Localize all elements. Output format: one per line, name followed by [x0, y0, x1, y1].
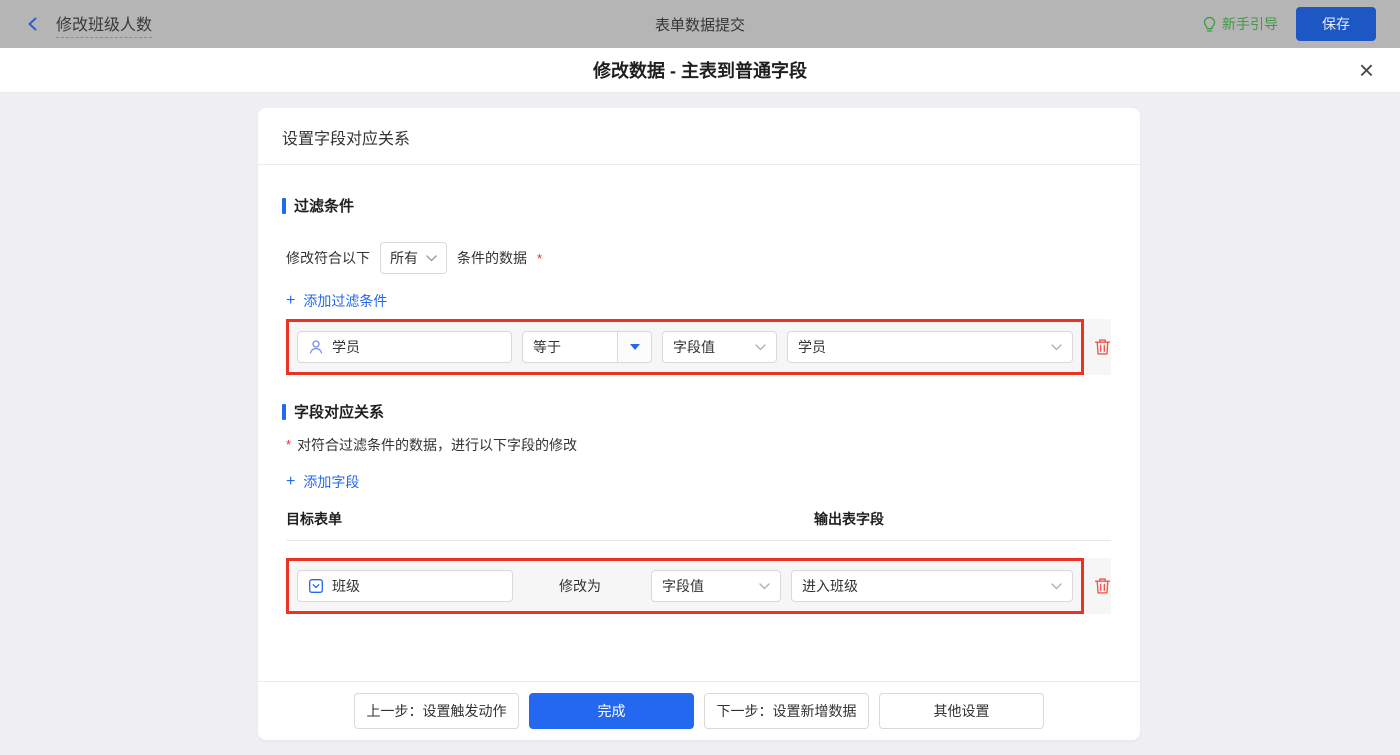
chevron-down-icon: [755, 343, 766, 351]
beginner-guide-label: 新手引导: [1222, 16, 1278, 32]
other-settings-button[interactable]: 其他设置: [879, 693, 1044, 729]
output-field-column-label: 输出表字段: [814, 511, 884, 527]
save-button[interactable]: 保存: [1296, 7, 1376, 41]
chevron-down-icon: [1051, 582, 1062, 590]
section-accent-bar: [282, 403, 286, 420]
mapping-value-type-select[interactable]: 字段值: [651, 570, 781, 602]
chevron-down-icon: [426, 254, 437, 262]
add-filter-condition-link[interactable]: + 添加过滤条件: [286, 291, 387, 311]
required-asterisk: *: [537, 250, 543, 266]
match-prefix-label: 修改符合以下: [286, 250, 370, 266]
modify-to-label: 修改为: [559, 578, 601, 594]
operator-select[interactable]: 等于: [522, 331, 652, 363]
next-step-button[interactable]: 下一步：设置新增数据: [704, 693, 869, 729]
operator-value: 等于: [533, 339, 561, 355]
add-field-link[interactable]: + 添加字段: [286, 472, 359, 492]
match-suffix-label: 条件的数据: [457, 250, 527, 266]
field-mapping-card: 设置字段对应关系 过滤条件 修改符合以下 所有 条件的数据 * + 添加过滤条件…: [258, 108, 1140, 740]
value-type-value: 字段值: [673, 339, 715, 355]
mapping-section-title: 字段对应关系: [282, 401, 1118, 422]
modal-footer: 上一步：设置触发动作 完成 下一步：设置新增数据 其他设置: [258, 681, 1140, 740]
target-field-value: 班级: [332, 578, 360, 594]
mapping-value-type-value: 字段值: [662, 578, 704, 594]
done-button[interactable]: 完成: [529, 693, 694, 729]
card-header-title: 设置字段对应关系: [258, 108, 1140, 165]
dropdown-field-icon: [308, 578, 324, 594]
workflow-node-title: 表单数据提交: [654, 16, 745, 34]
filter-field-value: 学员: [332, 339, 360, 355]
plus-icon: +: [286, 292, 296, 309]
trash-icon: [1094, 338, 1111, 356]
match-condition-row: 修改符合以下 所有 条件的数据 *: [286, 242, 1118, 274]
filter-section-title: 过滤条件: [282, 195, 1118, 216]
modal-header: 修改数据 - 主表到普通字段 ×: [0, 48, 1400, 93]
filter-condition-row: 学员 等于 字段值 学员: [286, 319, 1111, 375]
output-field-value: 进入班级: [802, 578, 858, 594]
filter-value-select[interactable]: 学员: [787, 331, 1073, 363]
member-field-icon: [308, 339, 324, 355]
match-mode-select[interactable]: 所有: [380, 242, 447, 274]
target-form-column-label: 目标表单: [286, 511, 342, 527]
mapping-description: * 对符合过滤条件的数据，进行以下字段的修改: [286, 435, 1118, 455]
filter-value-value: 学员: [798, 339, 826, 355]
filter-field-input[interactable]: 学员: [297, 331, 512, 363]
chevron-down-icon: [759, 582, 770, 590]
match-mode-value: 所有: [390, 250, 418, 266]
mapping-row-highlight-box: 班级 修改为 字段值 进入班级: [286, 558, 1084, 614]
page-title[interactable]: 修改班级人数: [56, 11, 153, 38]
field-mapping-row: 班级 修改为 字段值 进入班级: [286, 558, 1111, 614]
add-field-label: 添加字段: [303, 474, 360, 490]
operator-caret-button[interactable]: [617, 332, 651, 362]
mapping-description-text: 对符合过滤条件的数据，进行以下字段的修改: [297, 437, 578, 453]
value-type-select[interactable]: 字段值: [662, 331, 777, 363]
mapping-section-label: 字段对应关系: [294, 404, 385, 421]
trash-icon: [1094, 577, 1111, 595]
top-toolbar: 表单数据提交 修改班级人数 新手引导 保存: [0, 0, 1400, 48]
modal-body: 设置字段对应关系 过滤条件 修改符合以下 所有 条件的数据 * + 添加过滤条件…: [0, 108, 1400, 755]
mapping-columns-header: 目标表单 输出表字段: [286, 509, 1111, 541]
filter-section-label: 过滤条件: [294, 198, 355, 215]
filter-row-highlight-box: 学员 等于 字段值 学员: [286, 319, 1084, 375]
close-icon[interactable]: ×: [1359, 57, 1374, 83]
back-button[interactable]: [24, 15, 42, 33]
chevron-left-icon: [24, 15, 42, 33]
delete-mapping-row-button[interactable]: [1094, 577, 1111, 595]
beginner-guide-link[interactable]: 新手引导: [1202, 14, 1278, 34]
plus-icon: +: [286, 473, 296, 490]
section-accent-bar: [282, 197, 286, 214]
target-field-input[interactable]: 班级: [297, 570, 513, 602]
lightbulb-icon: [1202, 16, 1217, 33]
modal-title: 修改数据 - 主表到普通字段: [593, 61, 807, 81]
caret-down-icon: [629, 344, 640, 350]
add-filter-condition-label: 添加过滤条件: [303, 293, 388, 309]
delete-filter-row-button[interactable]: [1094, 338, 1111, 356]
required-asterisk: *: [286, 437, 292, 452]
prev-step-button[interactable]: 上一步：设置触发动作: [354, 693, 519, 729]
output-field-select[interactable]: 进入班级: [791, 570, 1073, 602]
chevron-down-icon: [1051, 343, 1062, 351]
